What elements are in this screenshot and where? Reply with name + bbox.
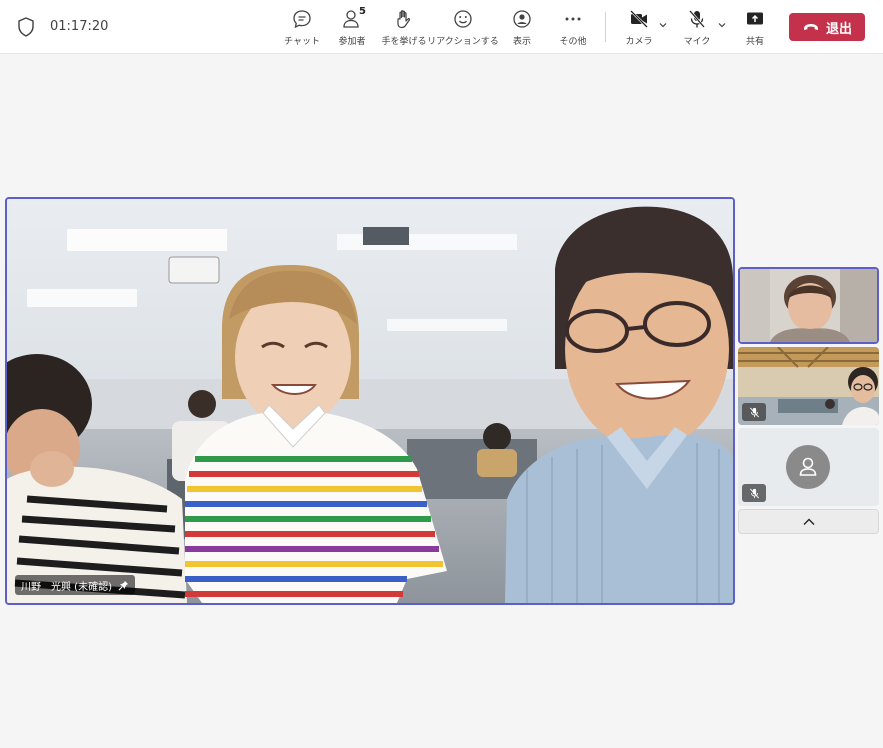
raise-hand-label: 手を挙げる	[381, 37, 427, 47]
chat-label: チャット	[284, 37, 320, 47]
view-button[interactable]: 表示	[510, 6, 534, 50]
participant-tile-1[interactable]	[738, 267, 879, 344]
hand-icon	[397, 10, 411, 29]
leave-button[interactable]: 退出	[789, 13, 865, 41]
person-icon	[799, 457, 817, 476]
mic-off-icon	[749, 407, 759, 417]
avatar	[786, 445, 830, 489]
smiley-icon	[454, 10, 472, 28]
participant-tile-2[interactable]	[738, 347, 879, 425]
react-button[interactable]: リアクションする	[427, 6, 499, 50]
collapse-gallery-button[interactable]	[738, 509, 879, 534]
share-label: 共有	[745, 37, 764, 47]
more-dots-icon	[565, 17, 581, 21]
chat-button[interactable]: チャット	[284, 6, 320, 50]
camera-off-icon	[630, 10, 648, 28]
hang-up-icon	[803, 24, 818, 30]
more-button[interactable]: その他	[558, 6, 588, 50]
share-button[interactable]: 共有	[742, 6, 768, 50]
muted-indicator-3	[742, 484, 766, 502]
mic-off-icon	[689, 10, 705, 28]
leave-label: 退出	[825, 21, 852, 37]
mic-off-icon	[749, 488, 759, 498]
main-video-tile[interactable]: 川野 光興 (未確認)	[5, 197, 735, 605]
view-person-icon	[513, 10, 531, 28]
more-label: その他	[559, 37, 587, 47]
participant-tile-3[interactable]	[738, 428, 879, 506]
mic-label: マイク	[683, 37, 711, 47]
mic-button[interactable]: マイク	[684, 6, 710, 50]
meeting-toolbar: 01:17:20 チャット 参加者 5 手を挙げる リアクションする 表示 その…	[0, 0, 883, 54]
camera-button[interactable]: カメラ	[625, 6, 653, 50]
react-label: リアクションする	[427, 37, 499, 47]
share-screen-icon	[747, 12, 763, 25]
mic-options-chevron-icon[interactable]	[717, 20, 727, 30]
shield-icon[interactable]	[17, 17, 35, 37]
muted-indicator-2	[742, 403, 766, 421]
meeting-timer: 01:17:20	[50, 19, 109, 34]
toolbar-divider	[605, 12, 606, 42]
view-label: 表示	[512, 37, 531, 47]
chevron-up-icon	[803, 518, 814, 525]
camera-options-chevron-icon[interactable]	[658, 20, 668, 30]
participants-count: 5	[359, 6, 366, 17]
participant-video-feed-1	[740, 269, 877, 342]
participant-name: 川野 光興 (未確認)	[21, 581, 112, 593]
raise-hand-button[interactable]: 手を挙げる	[381, 6, 427, 50]
main-video-feed	[7, 199, 733, 603]
pin-icon[interactable]	[118, 580, 129, 591]
chat-icon	[293, 10, 311, 29]
camera-label: カメラ	[625, 37, 653, 47]
participant-name-tag: 川野 光興 (未確認)	[15, 575, 135, 595]
participants-label: 参加者	[338, 37, 366, 47]
